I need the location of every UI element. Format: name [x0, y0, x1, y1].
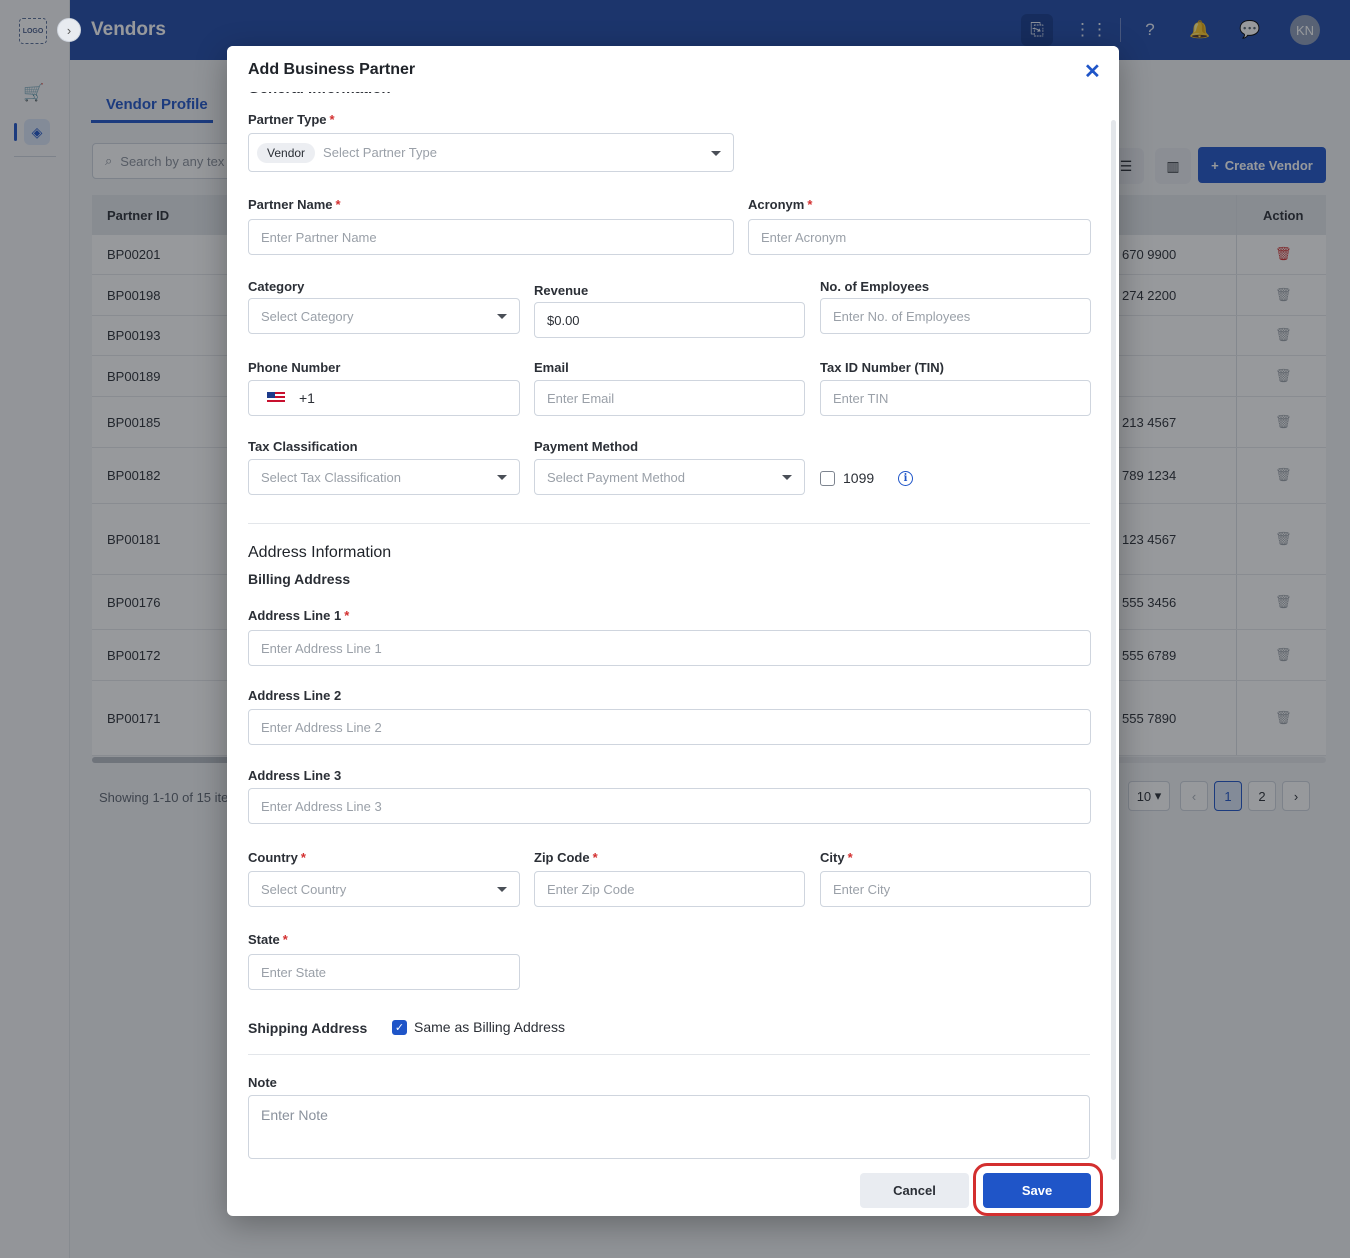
email-input[interactable]: Enter Email: [534, 380, 805, 416]
address-line-3-input[interactable]: Enter Address Line 3: [248, 788, 1091, 824]
tax-classification-select[interactable]: Select Tax Classification: [248, 459, 520, 495]
revenue-value: $0.00: [547, 312, 580, 328]
country-label: Country *: [248, 850, 306, 865]
city-label: City *: [820, 850, 853, 865]
phone-input[interactable]: +1: [248, 380, 520, 416]
vendor-chip[interactable]: Vendor: [257, 142, 316, 163]
zip-code-input[interactable]: Enter Zip Code: [534, 871, 805, 907]
chevron-down-icon: [497, 475, 507, 480]
close-icon[interactable]: ✕: [1084, 59, 1101, 84]
category-placeholder: Select Category: [261, 308, 354, 324]
address-line-3-label: Address Line 3: [248, 768, 342, 783]
chevron-down-icon: [497, 887, 507, 892]
expand-sidebar-button[interactable]: ›: [57, 18, 81, 42]
revenue-input[interactable]: $0.00: [534, 302, 805, 338]
country-code: +1: [299, 390, 315, 406]
zip-code-label: Zip Code *: [534, 850, 598, 865]
country-select[interactable]: Select Country: [248, 871, 520, 907]
us-flag-icon[interactable]: [267, 392, 285, 404]
address-line-2-label: Address Line 2: [248, 688, 342, 703]
city-input[interactable]: Enter City: [820, 871, 1091, 907]
cancel-button[interactable]: Cancel: [860, 1173, 969, 1208]
chevron-down-icon: [782, 475, 792, 480]
address-line-1-input[interactable]: Enter Address Line 1: [248, 630, 1091, 666]
phone-label: Phone Number: [248, 360, 341, 375]
same-as-billing-label[interactable]: Same as Billing Address: [414, 1019, 565, 1035]
category-select[interactable]: Select Category: [248, 298, 520, 334]
tax-classification-label: Tax Classification: [248, 439, 358, 454]
save-button[interactable]: Save: [983, 1173, 1091, 1208]
partner-name-input[interactable]: Enter Partner Name: [248, 219, 734, 255]
chevron-down-icon: [497, 314, 507, 319]
note-textarea[interactable]: Enter Note: [248, 1095, 1090, 1159]
employees-label: No. of Employees: [820, 279, 930, 294]
dialog-header: Add Business Partner ✕: [227, 46, 1119, 92]
payment-method-label: Payment Method: [534, 439, 639, 454]
note-label: Note: [248, 1075, 277, 1090]
employees-input[interactable]: Enter No. of Employees: [820, 298, 1091, 334]
add-business-partner-dialog: Add Business Partner ✕ General Informati…: [227, 46, 1119, 1216]
acronym-label: Acronym *: [748, 197, 813, 212]
dialog-scrollbar[interactable]: [1111, 120, 1116, 1160]
info-icon[interactable]: i: [898, 471, 913, 486]
partner-type-select[interactable]: Vendor Select Partner Type: [248, 133, 734, 172]
dialog-title: Add Business Partner: [248, 61, 416, 78]
state-input[interactable]: Enter State: [248, 954, 520, 990]
revenue-label: Revenue: [534, 283, 589, 298]
payment-method-select[interactable]: Select Payment Method: [534, 459, 805, 495]
partner-name-label: Partner Name *: [248, 197, 341, 212]
form-1099-label: 1099: [843, 470, 875, 486]
tax-classification-placeholder: Select Tax Classification: [261, 469, 401, 485]
address-line-1-label: Address Line 1 *: [248, 608, 350, 623]
address-information-heading: Address Information: [248, 544, 392, 561]
partner-type-placeholder: Select Partner Type: [323, 145, 437, 160]
form-1099-checkbox[interactable]: [820, 471, 835, 486]
section-divider: [248, 523, 1090, 524]
billing-address-heading: Billing Address: [248, 571, 351, 587]
address-line-2-input[interactable]: Enter Address Line 2: [248, 709, 1091, 745]
acronym-input[interactable]: Enter Acronym: [748, 219, 1091, 255]
tin-label: Tax ID Number (TIN): [820, 360, 944, 375]
section-divider: [248, 1054, 1090, 1055]
payment-method-placeholder: Select Payment Method: [547, 469, 686, 485]
same-as-billing-checkbox[interactable]: ✓: [392, 1020, 407, 1035]
partner-type-label: Partner Type *: [248, 112, 335, 127]
tin-input[interactable]: Enter TIN: [820, 380, 1091, 416]
chevron-down-icon: [711, 151, 721, 156]
country-placeholder: Select Country: [261, 881, 347, 897]
category-label: Category: [248, 279, 305, 294]
shipping-address-heading: Shipping Address: [248, 1020, 368, 1036]
state-label: State *: [248, 932, 288, 947]
email-label: Email: [534, 360, 569, 375]
